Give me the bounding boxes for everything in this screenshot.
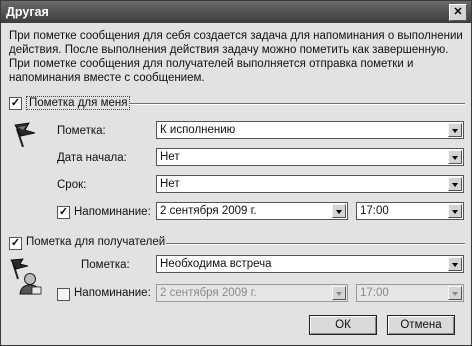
flag-for-me-label: Пометка для меня — [26, 96, 131, 110]
reminder-checkbox[interactable]: ✓ — [57, 206, 70, 219]
group-divider — [129, 103, 465, 105]
close-icon: ✕ — [453, 6, 463, 18]
due-date-value: Нет — [160, 178, 180, 190]
chevron-down-icon[interactable] — [448, 177, 462, 191]
close-button[interactable]: ✕ — [449, 4, 467, 21]
flag-label: Пометка: — [57, 125, 106, 137]
reminder-label: Напоминание: — [74, 206, 151, 218]
flag-icon — [14, 122, 36, 147]
ok-button[interactable]: ОК — [309, 315, 377, 335]
chevron-down-icon[interactable] — [332, 286, 346, 300]
recipient-flag-value: Необходима встреча — [160, 258, 272, 270]
reminder-date-dropdown[interactable]: 2 сентября 2009 г. — [156, 202, 348, 220]
chevron-down-icon[interactable] — [448, 286, 462, 300]
start-date-label: Дата начала: — [57, 152, 127, 164]
flag-for-recipients-label: Пометка для получателей — [26, 236, 166, 248]
check-icon: ✓ — [10, 97, 21, 109]
due-date-label: Срок: — [57, 179, 87, 191]
flag-for-recipients-checkbox[interactable]: ✓ — [9, 237, 22, 250]
reminder-date-value: 2 сентября 2009 г. — [160, 205, 257, 217]
flag-for-me-checkbox[interactable]: ✓ — [9, 97, 22, 110]
recipient-reminder-date-value: 2 сентября 2009 г. — [160, 287, 257, 299]
flag-value: К исполнению — [160, 124, 236, 136]
recipient-reminder-label: Напоминание: — [74, 287, 151, 299]
chevron-down-icon[interactable] — [448, 123, 462, 137]
due-date-dropdown[interactable]: Нет — [156, 175, 464, 193]
start-date-value: Нет — [160, 151, 180, 163]
chevron-down-icon[interactable] — [448, 150, 462, 164]
recipient-reminder-time-value: 17:00 — [360, 287, 389, 299]
cancel-button[interactable]: Отмена — [387, 315, 455, 335]
recipient-flag-dropdown[interactable]: Необходима встреча — [156, 255, 464, 273]
dialog-window: Другая ✕ При пометке сообщения для себя … — [0, 0, 472, 346]
check-icon: ✓ — [10, 237, 21, 249]
recipient-flag-icon — [10, 258, 42, 295]
chevron-down-icon[interactable] — [448, 257, 462, 271]
group-divider — [166, 243, 465, 245]
chevron-down-icon[interactable] — [448, 204, 462, 218]
start-date-dropdown[interactable]: Нет — [156, 148, 464, 166]
window-title: Другая — [6, 5, 49, 19]
title-bar[interactable]: Другая ✕ — [1, 1, 471, 23]
description-text: При пометке сообщения для себя создается… — [9, 30, 463, 84]
reminder-time-value: 17:00 — [360, 205, 389, 217]
chevron-down-icon[interactable] — [332, 204, 346, 218]
recipient-reminder-checkbox[interactable] — [57, 288, 70, 301]
check-icon: ✓ — [58, 206, 69, 218]
recipient-reminder-date-dropdown[interactable]: 2 сентября 2009 г. — [156, 284, 348, 302]
reminder-time-dropdown[interactable]: 17:00 — [356, 202, 464, 220]
recipient-reminder-time-dropdown[interactable]: 17:00 — [356, 284, 464, 302]
flag-dropdown[interactable]: К исполнению — [156, 121, 464, 139]
recipient-flag-label: Пометка: — [81, 259, 130, 271]
